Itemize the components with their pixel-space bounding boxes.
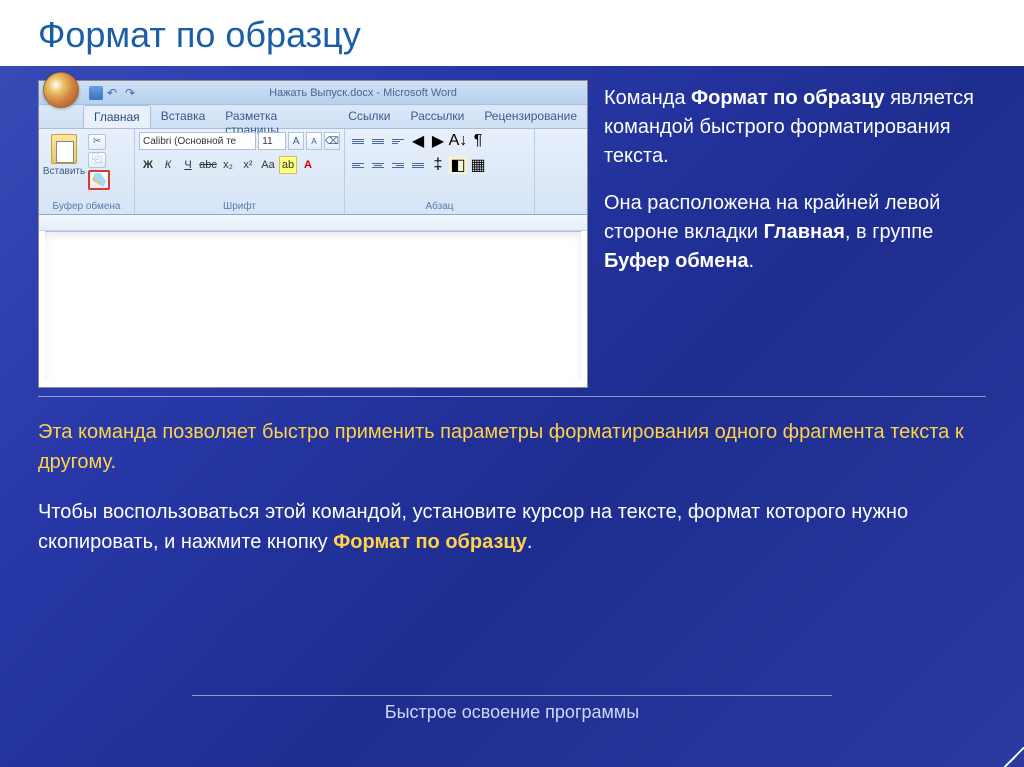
explainer-lower: Эта команда позволяет быстро применить п… [0, 397, 1024, 557]
borders-button[interactable]: ▦ [469, 156, 487, 174]
group-paragraph: ◀ ▶ A↓ ¶ ‡ ◧ ▦ Абзац [345, 129, 535, 214]
indent-inc-button[interactable]: ▶ [429, 132, 447, 150]
bold-term: Буфер обмена [604, 250, 749, 272]
superscript-button[interactable]: x² [239, 156, 257, 174]
paste-icon [51, 134, 77, 164]
word-screenshot: Нажать Выпуск.docx - Microsoft Word Глав… [38, 80, 588, 388]
font-name-select[interactable]: Calibri (Основной те [139, 132, 256, 150]
group-clipboard: Вставить Буфер обмена [39, 129, 135, 214]
shading-button[interactable]: ◧ [449, 156, 467, 174]
bold-term: Формат по образцу [333, 531, 527, 553]
para-1: Команда Формат по образцу является коман… [604, 84, 994, 171]
cut-button[interactable] [88, 134, 106, 150]
show-marks-button[interactable]: ¶ [469, 132, 487, 150]
paste-label: Вставить [43, 166, 85, 177]
format-painter-button[interactable] [88, 170, 110, 190]
save-icon[interactable] [89, 86, 103, 100]
quick-access-toolbar: Нажать Выпуск.docx - Microsoft Word [39, 81, 587, 105]
tab-layout[interactable]: Разметка страницы [215, 105, 338, 128]
strike-button[interactable]: abc [199, 156, 217, 174]
ribbon: Вставить Буфер обмена Calibri [39, 129, 587, 215]
shrink-font-icon[interactable]: A [306, 132, 322, 150]
line-spacing-button[interactable]: ‡ [429, 156, 447, 174]
brush-icon [92, 173, 106, 187]
copy-button[interactable] [88, 152, 106, 168]
multilevel-button[interactable] [389, 132, 407, 150]
grow-font-icon[interactable]: A [288, 132, 304, 150]
text: . [527, 531, 533, 553]
para-4: Чтобы воспользоваться этой командой, уст… [38, 497, 986, 557]
underline-button[interactable]: Ч [179, 156, 197, 174]
slide-title: Формат по образцу [38, 14, 986, 56]
text: Команда [604, 87, 691, 109]
tab-references[interactable]: Ссылки [338, 105, 400, 128]
tab-review[interactable]: Рецензирование [474, 105, 587, 128]
group-font-label: Шрифт [139, 200, 340, 214]
undo-icon[interactable] [107, 86, 121, 100]
tab-home[interactable]: Главная [83, 105, 151, 128]
clear-format-icon[interactable]: ⌫ [324, 132, 340, 150]
para-3: Эта команда позволяет быстро применить п… [38, 417, 986, 477]
text: . [749, 250, 755, 272]
numbering-button[interactable] [369, 132, 387, 150]
footer: Быстрое освоение программы [192, 695, 832, 723]
bold-term: Формат по образцу [691, 87, 885, 109]
footer-text: Быстрое освоение программы [192, 702, 832, 723]
subscript-button[interactable]: x₂ [219, 156, 237, 174]
paste-button[interactable]: Вставить [43, 132, 85, 177]
bold-term: Главная [764, 221, 845, 243]
align-right-button[interactable] [389, 156, 407, 174]
group-paragraph-label: Абзац [349, 200, 530, 214]
align-center-button[interactable] [369, 156, 387, 174]
group-clipboard-label: Буфер обмена [43, 200, 130, 214]
office-button[interactable] [43, 72, 79, 108]
tab-mailings[interactable]: Рассылки [400, 105, 474, 128]
explainer-right: Команда Формат по образцу является коман… [604, 80, 994, 294]
ribbon-tabs: Главная Вставка Разметка страницы Ссылки… [39, 105, 587, 129]
redo-icon[interactable] [125, 86, 139, 100]
highlight-button[interactable]: ab [279, 156, 297, 174]
corner-decoration [1004, 747, 1024, 767]
italic-button[interactable]: К [159, 156, 177, 174]
document-area[interactable] [45, 231, 581, 381]
bullets-button[interactable] [349, 132, 367, 150]
sort-button[interactable]: A↓ [449, 132, 467, 150]
group-font: Calibri (Основной те 11 A A ⌫ Ж К Ч abc … [135, 129, 345, 214]
tab-insert[interactable]: Вставка [151, 105, 216, 128]
window-title: Нажать Выпуск.docx - Microsoft Word [139, 87, 587, 99]
indent-dec-button[interactable]: ◀ [409, 132, 427, 150]
font-size-select[interactable]: 11 [258, 132, 286, 150]
para-2: Она расположена на крайней левой стороне… [604, 189, 994, 276]
align-left-button[interactable] [349, 156, 367, 174]
case-button[interactable]: Aa [259, 156, 277, 174]
bold-button[interactable]: Ж [139, 156, 157, 174]
font-color-button[interactable]: A [299, 156, 317, 174]
footer-rule [192, 695, 832, 696]
ruler [39, 215, 587, 231]
justify-button[interactable] [409, 156, 427, 174]
text: , в группе [845, 221, 933, 243]
slide-title-band: Формат по образцу [0, 0, 1024, 66]
